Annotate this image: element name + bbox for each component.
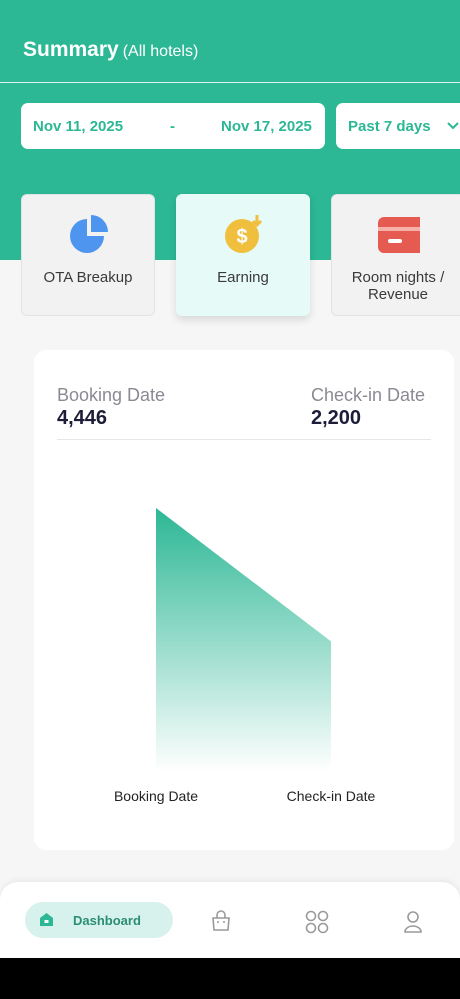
system-bar xyxy=(0,958,460,999)
card-label: Room nights / Revenue xyxy=(332,269,460,303)
bottom-nav: Dashboard xyxy=(0,882,460,958)
shopping-bag-icon[interactable] xyxy=(210,910,232,932)
card-room-nights-revenue[interactable]: Room nights / Revenue xyxy=(331,194,460,316)
card-ota-breakup[interactable]: OTA Breakup xyxy=(21,194,155,316)
card-label-line1: Room nights / xyxy=(351,269,445,286)
card-label-line2: Revenue xyxy=(367,286,429,303)
start-date: Nov 11, 2025 xyxy=(33,118,124,135)
apps-grid-icon[interactable] xyxy=(305,910,329,934)
card-earning[interactable]: $ Earning xyxy=(176,194,310,316)
svg-text:$: $ xyxy=(236,226,247,248)
funnel-area xyxy=(156,508,331,772)
home-icon xyxy=(40,913,53,926)
header-divider xyxy=(0,82,460,83)
hotels-scope: (All hotels) xyxy=(122,43,199,60)
summary-title: Summary xyxy=(23,38,119,61)
card-label: Earning xyxy=(217,269,269,286)
x-axis-label: Check-in Date xyxy=(287,788,376,804)
nav-dashboard[interactable]: Dashboard xyxy=(25,902,173,938)
profile-icon[interactable] xyxy=(403,910,423,934)
range-dropdown[interactable]: Past 7 days xyxy=(336,103,460,149)
range-label: Past 7 days xyxy=(348,118,431,135)
stats-panel: Booking Date 4,446 Check-in Date 2,200 B… xyxy=(34,350,454,850)
card-label: OTA Breakup xyxy=(43,269,133,286)
credit-card-icon xyxy=(378,217,420,253)
date-separator: - xyxy=(170,118,175,135)
nav-dashboard-label: Dashboard xyxy=(73,913,141,928)
dollar-coin-icon: $ xyxy=(225,215,263,253)
pie-chart-icon xyxy=(70,215,108,253)
page-title: Summary (All hotels) xyxy=(23,38,198,62)
chevron-down-icon xyxy=(447,122,459,130)
funnel-chart: Booking Date Check-in Date xyxy=(114,508,376,804)
end-date: Nov 17, 2025 xyxy=(221,118,312,135)
x-axis-label: Booking Date xyxy=(114,788,198,804)
date-range-picker[interactable]: Nov 11, 2025 - Nov 17, 2025 xyxy=(21,103,325,149)
